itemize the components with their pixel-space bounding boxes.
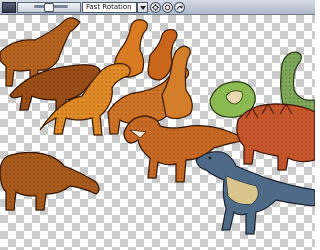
slider-icon[interactable]	[44, 3, 54, 12]
toolbar-handle[interactable]	[2, 2, 16, 13]
arrow-icon[interactable]	[174, 2, 185, 13]
circle-icon[interactable]	[162, 2, 173, 13]
sprite-canvas[interactable]	[0, 15, 315, 250]
toolbar: Fast Rotation	[0, 0, 315, 15]
chevron-down-icon[interactable]	[137, 2, 148, 13]
brown-sauropod-sprite-3[interactable]	[0, 151, 100, 211]
gear-icon[interactable]	[150, 2, 161, 13]
blue-raptor-sprite[interactable]	[195, 151, 315, 235]
rotation-mode-dropdown[interactable]: Fast Rotation	[82, 2, 137, 13]
red-ankylosaur-sprite[interactable]	[236, 103, 315, 171]
sprite-layer	[0, 17, 315, 235]
